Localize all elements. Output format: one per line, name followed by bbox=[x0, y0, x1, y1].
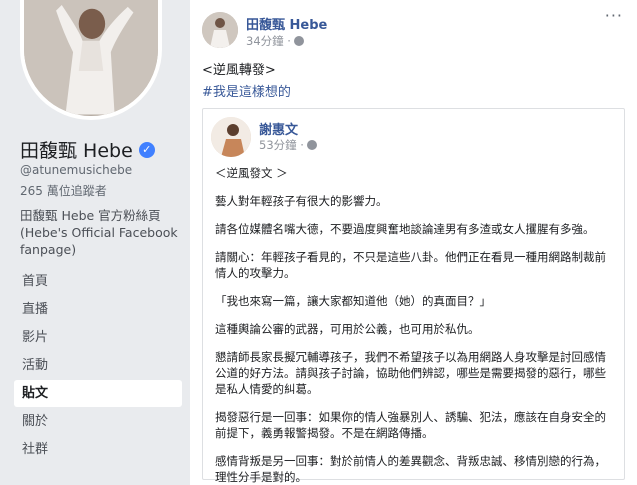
avatar-image bbox=[211, 117, 251, 157]
shared-post-body: ＜逆風發文 ＞ 藝人對年輕孩子有很大的影響力。 請各位媒體名嘴大德，不要過度興奮… bbox=[215, 165, 615, 485]
shared-paragraph: ＜逆風發文 ＞ bbox=[215, 166, 288, 180]
shared-post[interactable]: 謝惠文 53分鐘 · ＜逆風發文 ＞ 藝人對年輕孩子有很大的影響力。 請各位媒體… bbox=[202, 108, 625, 484]
shared-paragraph: 感情背叛是另一回事：對於前情人的差異觀念、背叛忠誠、移情別戀的行為，理性分手是對… bbox=[215, 454, 606, 484]
page-title[interactable]: 田馥甄 Hebe ✓ bbox=[20, 136, 155, 163]
shared-paragraph: 藝人對年輕孩子有很大的影響力。 bbox=[215, 194, 388, 208]
hashtag-link[interactable]: #我是這樣想的 bbox=[202, 81, 291, 100]
avatar-image bbox=[202, 12, 238, 48]
profile-photo-image bbox=[24, 0, 158, 115]
more-options-icon[interactable]: ··· bbox=[605, 6, 623, 25]
page-profile-photo[interactable] bbox=[20, 0, 162, 120]
post-author-name[interactable]: 田馥甄 Hebe bbox=[246, 14, 327, 33]
shared-author-avatar[interactable] bbox=[211, 117, 251, 157]
shared-paragraph: 請各位媒體名嘴大德，不要過度興奮地談論達男有多渣或女人攫腥有多強。 bbox=[215, 222, 595, 236]
shared-timestamp[interactable]: 53分鐘 · bbox=[259, 137, 317, 153]
shared-paragraph: 「我也來寫一篇，讓大家都知道他（她）的真面目？」 bbox=[215, 294, 491, 308]
page-nav: 首頁 直播 影片 活動 貼文 關於 社群 bbox=[14, 268, 182, 464]
shared-paragraph: 請關心：年輕孩子看見的，不只是這些八卦。他們正在看見一種用網路制裁前情人的攻擊力… bbox=[215, 250, 606, 280]
post-text: <逆風轉發> bbox=[202, 63, 276, 78]
shared-time-text[interactable]: 53分鐘 · bbox=[259, 137, 304, 153]
shared-paragraph: 揭發惡行是一回事：如果你的情人強暴別人、誘騙、犯法，應該在自身安全的前提下，義勇… bbox=[215, 410, 606, 440]
page-sidebar: 田馥甄 Hebe ✓ @atunemusichebe 265 萬位追蹤者 田馥甄… bbox=[0, 0, 190, 485]
nav-item-about[interactable]: 關於 bbox=[14, 408, 182, 435]
verified-badge-icon: ✓ bbox=[138, 141, 155, 158]
page-handle[interactable]: @atunemusichebe bbox=[20, 163, 132, 177]
nav-item-home[interactable]: 首頁 bbox=[14, 268, 182, 295]
post-timestamp[interactable]: 34分鐘 · bbox=[246, 33, 304, 49]
globe-icon bbox=[293, 36, 304, 46]
nav-item-events[interactable]: 活動 bbox=[14, 352, 182, 379]
nav-item-posts[interactable]: 貼文 bbox=[14, 380, 182, 407]
post-card: 田馥甄 Hebe 34分鐘 · ··· <逆風轉發> #我是這樣想的 謝惠文 5… bbox=[190, 0, 637, 485]
nav-item-community[interactable]: 社群 bbox=[14, 436, 182, 463]
nav-item-live[interactable]: 直播 bbox=[14, 296, 182, 323]
nav-item-videos[interactable]: 影片 bbox=[14, 324, 182, 351]
page-title-text[interactable]: 田馥甄 Hebe bbox=[20, 136, 133, 163]
shared-author-name[interactable]: 謝惠文 bbox=[259, 119, 298, 138]
follower-count: 265 萬位追蹤者 bbox=[20, 184, 107, 198]
post-author-avatar[interactable] bbox=[202, 12, 238, 48]
post-time-text[interactable]: 34分鐘 · bbox=[246, 33, 291, 49]
globe-icon bbox=[306, 140, 317, 150]
shared-paragraph: 這種輿論公審的武器，可用於公義，也可用於私仇。 bbox=[215, 322, 480, 336]
shared-paragraph: 懇請師長家長擬冗輔導孩子，我們不希望孩子以為用網路人身攻擊是討回感情公道的好方法… bbox=[215, 350, 606, 396]
page-description: 田馥甄 Hebe 官方粉絲頁 (Hebe's Official Facebook… bbox=[20, 208, 178, 257]
